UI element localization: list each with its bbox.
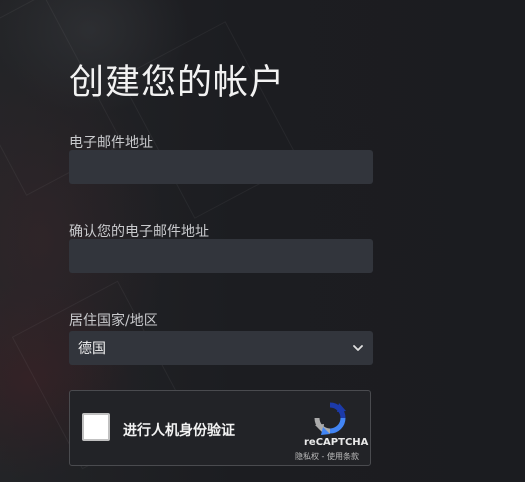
- recaptcha-widget: 进行人机身份验证 reCAPTCHA 隐私权 - 使用条款: [69, 390, 371, 466]
- chevron-down-icon: [352, 342, 364, 354]
- email-field[interactable]: [69, 150, 373, 184]
- background-card-shape: [119, 21, 301, 219]
- recaptcha-checkbox[interactable]: [82, 413, 110, 441]
- country-select[interactable]: 德国: [69, 331, 373, 365]
- confirm-email-label: 确认您的电子邮件地址: [69, 224, 209, 240]
- recaptcha-label: 进行人机身份验证: [123, 423, 235, 439]
- country-label: 居住国家/地区: [69, 313, 158, 329]
- recaptcha-terms-link[interactable]: 隐私权 - 使用条款: [295, 451, 359, 462]
- recaptcha-logo-icon: [313, 401, 347, 435]
- confirm-email-field[interactable]: [69, 239, 373, 273]
- country-selected-value: 德国: [78, 341, 106, 357]
- email-label: 电子邮件地址: [69, 135, 153, 151]
- recaptcha-brand: reCAPTCHA: [304, 437, 369, 448]
- page-title: 创建您的帐户: [69, 63, 286, 103]
